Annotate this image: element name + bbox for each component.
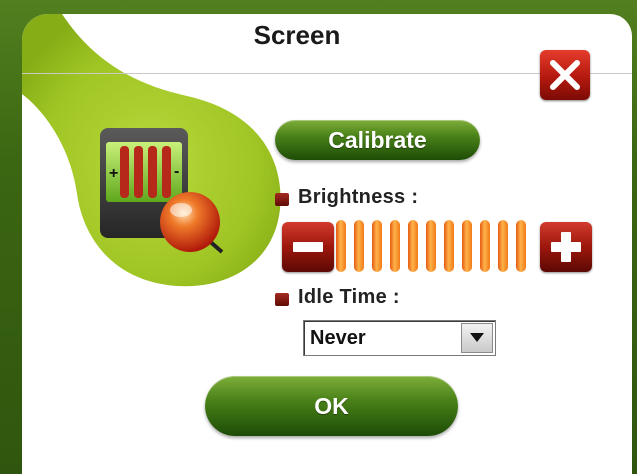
svg-text:+: +: [109, 165, 118, 182]
brightness-segment: [516, 220, 526, 272]
svg-text:-: -: [174, 163, 179, 180]
close-button[interactable]: [540, 50, 590, 100]
calibrate-button[interactable]: Calibrate: [275, 120, 480, 160]
idle-time-select[interactable]: Never: [303, 320, 496, 356]
brightness-slider[interactable]: [336, 220, 534, 272]
brightness-segment: [354, 220, 364, 272]
plus-icon: [551, 232, 581, 262]
brightness-segment: [444, 220, 454, 272]
dropdown-arrow-button[interactable]: [461, 323, 493, 353]
ok-button[interactable]: OK: [205, 376, 458, 436]
screen-settings-icon: + -: [100, 128, 224, 254]
idle-time-value: Never: [310, 327, 366, 349]
brightness-segment: [498, 220, 508, 272]
brightness-label: Brightness :: [298, 186, 419, 208]
chevron-down-icon: [470, 333, 484, 342]
brightness-segment: [372, 220, 382, 272]
idle-time-bullet: [275, 293, 289, 306]
brightness-segment: [390, 220, 400, 272]
brightness-segment: [462, 220, 472, 272]
brightness-bullet: [275, 193, 289, 206]
brightness-decrease-button[interactable]: [282, 222, 334, 272]
brightness-increase-button[interactable]: [540, 222, 592, 272]
brightness-segment: [480, 220, 490, 272]
brightness-segment: [408, 220, 418, 272]
window-title: Screen: [253, 20, 341, 50]
minus-icon: [293, 242, 323, 252]
idle-time-label: Idle Time :: [298, 286, 400, 308]
close-icon: [550, 60, 580, 90]
brightness-segment: [336, 220, 346, 272]
brightness-segment: [426, 220, 436, 272]
